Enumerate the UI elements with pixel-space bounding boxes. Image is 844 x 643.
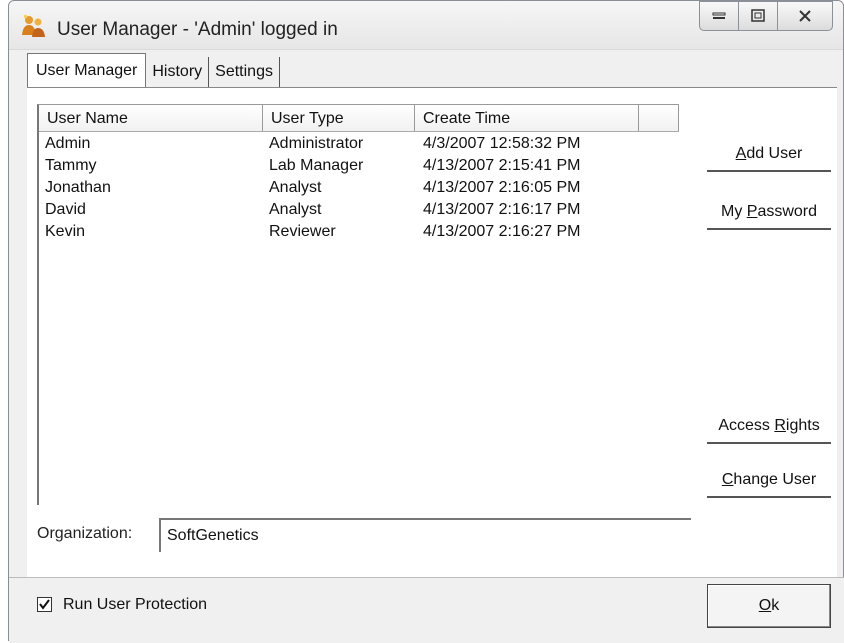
access-rights-button[interactable]: Access Rights [707,408,831,444]
change-user-label-post: hange User [733,471,817,488]
column-header-create-time[interactable]: Create Time [415,105,639,131]
organization-label: Organization: [37,525,133,542]
maximize-icon [751,9,765,22]
cell-user-type: Administrator [269,135,364,152]
access-rights-label-post: ights [785,417,820,434]
cell-user-type: Reviewer [269,223,336,240]
change-user-button[interactable]: Change User [707,462,831,498]
window-title: User Manager - 'Admin' logged in [57,19,338,40]
access-rights-mnemonic: R [774,417,786,434]
cell-user-type: Lab Manager [269,157,364,174]
ok-button[interactable]: Ok [707,584,831,628]
add-user-mnemonic: A [735,145,747,162]
cell-user-name: David [45,201,86,218]
window-controls [699,1,833,31]
maximize-button[interactable] [738,1,778,31]
cell-user-name: Admin [45,135,91,152]
cell-create-time: 4/13/2007 2:15:41 PM [423,157,581,174]
title-bar[interactable]: User Manager - 'Admin' logged in [9,1,843,50]
user-manager-app-icon [22,15,45,37]
dialog-footer: Run User Protection Ok [9,577,844,643]
cell-create-time: 4/13/2007 2:16:17 PM [423,201,581,218]
cell-user-name: Tammy [45,157,97,174]
cell-create-time: 4/3/2007 12:58:32 PM [423,135,581,152]
table-row[interactable]: Jonathan Analyst 4/13/2007 2:16:05 PM [39,177,659,199]
list-header: User Name User Type Create Time [39,105,679,132]
minimize-button[interactable] [699,1,739,31]
close-icon [799,10,811,22]
table-row[interactable]: Admin Administrator 4/3/2007 12:58:32 PM [39,133,659,155]
ok-label-post: k [771,597,780,614]
cell-create-time: 4/13/2007 2:16:05 PM [423,179,581,196]
column-header-user-name[interactable]: User Name [39,105,263,131]
cell-user-name: Jonathan [45,179,111,196]
organization-input[interactable] [159,518,691,552]
change-user-mnemonic: C [721,471,734,488]
cell-user-name: Kevin [45,223,86,240]
my-password-label-pre: My [720,203,747,220]
table-row[interactable]: Kevin Reviewer 4/13/2007 2:16:27 PM [39,221,659,243]
add-user-button[interactable]: Add User [707,136,831,172]
tab-strip: User Manager History Settings [27,53,280,87]
access-rights-label-pre: Access [718,417,775,434]
user-list[interactable]: User Name User Type Create Time Admin Ad… [37,104,679,505]
table-row[interactable]: David Analyst 4/13/2007 2:16:17 PM [39,199,659,221]
run-user-protection-label[interactable]: Run User Protection [63,596,207,614]
close-button[interactable] [777,1,833,31]
tab-settings[interactable]: Settings [209,57,280,87]
cell-create-time: 4/13/2007 2:16:27 PM [423,223,581,240]
user-manager-window: User Manager - 'Admin' logged in User Ma… [8,0,844,643]
my-password-mnemonic: P [746,203,758,220]
table-row[interactable]: Tammy Lab Manager 4/13/2007 2:15:41 PM [39,155,659,177]
column-header-empty [639,105,679,131]
run-user-protection-checkbox[interactable] [37,597,52,612]
column-header-user-type[interactable]: User Type [263,105,415,131]
cell-user-type: Analyst [269,179,322,196]
cell-user-type: Analyst [269,201,322,218]
minimize-icon [712,12,726,19]
tab-history[interactable]: History [146,57,210,87]
checkmark-icon [39,599,50,610]
tab-user-manager[interactable]: User Manager [27,53,147,87]
user-manager-panel: User Name User Type Create Time Admin Ad… [27,87,837,578]
my-password-button[interactable]: My Password [707,194,831,230]
add-user-label-post: dd User [746,145,803,162]
my-password-label-post: assword [757,203,818,220]
ok-mnemonic: O [758,597,772,614]
